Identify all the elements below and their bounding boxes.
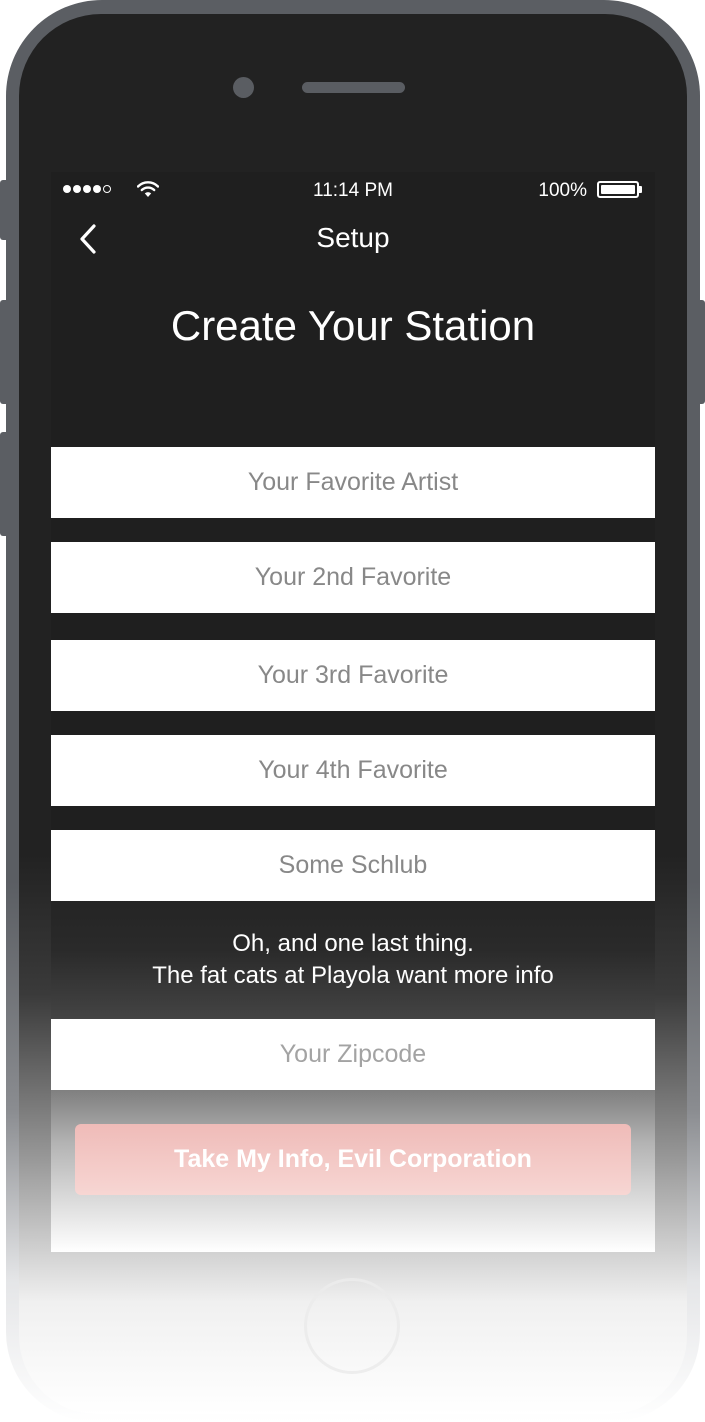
favorite-artist-field[interactable] (51, 447, 655, 518)
battery-fill (601, 185, 635, 194)
earpiece-speaker (302, 82, 405, 93)
battery-percentage: 100% (538, 180, 587, 201)
second-favorite-field[interactable] (51, 542, 655, 613)
submit-button[interactable]: Take My Info, Evil Corporation (75, 1124, 631, 1195)
phone-mockup: 11:14 PM 100% Setup Create Your Station … (0, 0, 705, 1422)
home-button[interactable] (304, 1278, 400, 1374)
zipcode-field[interactable] (51, 1019, 655, 1090)
battery-icon (597, 181, 639, 198)
status-bar: 11:14 PM 100% (51, 172, 655, 208)
battery-tip (639, 186, 642, 193)
nav-title: Setup (316, 222, 390, 253)
info-note-line-2: The fat cats at Playola want more info (152, 962, 554, 989)
page-title: Create Your Station (170, 302, 536, 349)
info-note: Oh, and one last thing. The fat cats at … (51, 928, 655, 992)
front-camera (233, 77, 254, 98)
app-screen: 11:14 PM 100% Setup Create Your Station … (51, 172, 655, 1252)
third-favorite-field[interactable] (51, 640, 655, 711)
info-note-line-1: Oh, and one last thing. (232, 930, 474, 957)
fourth-favorite-field[interactable] (51, 735, 655, 806)
fifth-artist-field[interactable] (51, 830, 655, 901)
